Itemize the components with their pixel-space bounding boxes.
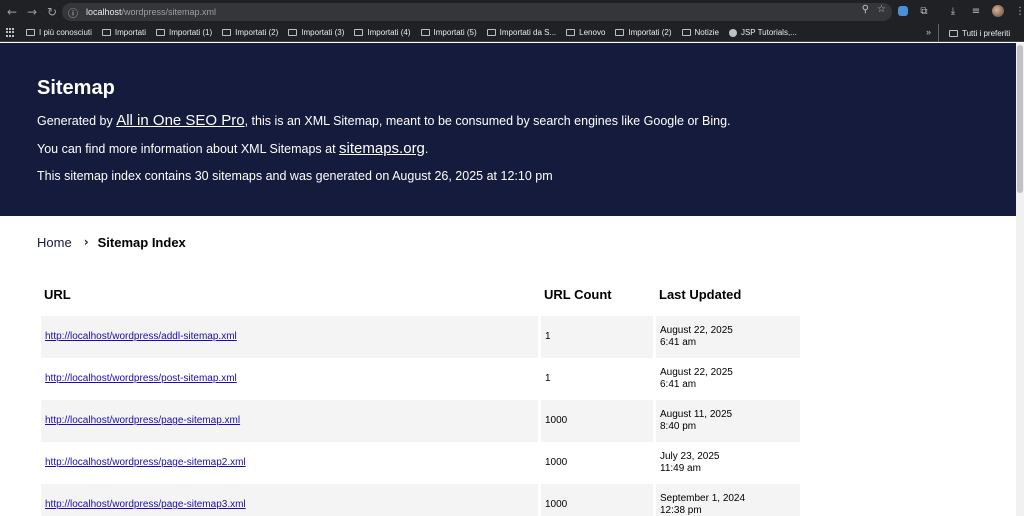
- download-icon[interactable]: ⤓: [946, 4, 960, 18]
- sitemap-link[interactable]: http://localhost/wordpress/page-sitemap.…: [45, 415, 240, 426]
- sitemaps-org-link[interactable]: sitemaps.org: [339, 140, 425, 157]
- folder-icon: [156, 29, 166, 36]
- url-count: 1: [545, 373, 551, 384]
- bookmark-label: Importati (4): [367, 28, 411, 37]
- last-updated: August 11, 2025 8:40 pm: [656, 400, 800, 442]
- globe-icon: [728, 28, 737, 37]
- folder-icon: [101, 29, 111, 36]
- bookmark-label: Importati (1): [169, 28, 213, 37]
- bookmark-item[interactable]: Importati (3): [288, 28, 344, 37]
- folder-icon: [222, 29, 232, 36]
- index-summary-text: This sitemap index contains 30 sitemaps …: [37, 169, 553, 183]
- folder-icon: [949, 29, 958, 37]
- folder-icon: [354, 29, 364, 36]
- reading-list-icon[interactable]: ≡: [969, 4, 983, 18]
- extensions-puzzle-icon[interactable]: ⧉: [917, 4, 931, 18]
- back-icon[interactable]: ←: [2, 2, 22, 22]
- page-scrollbar[interactable]: [1016, 43, 1024, 516]
- sitemap-link[interactable]: http://localhost/wordpress/post-sitemap.…: [45, 373, 237, 384]
- site-info-icon[interactable]: ⓘ: [68, 5, 84, 20]
- breadcrumb-current: Sitemap Index: [97, 235, 186, 250]
- table-row: http://localhost/wordpress/addl-sitemap.…: [41, 316, 800, 358]
- reload-icon[interactable]: ↻: [42, 2, 62, 22]
- sitemap-link[interactable]: http://localhost/wordpress/addl-sitemap.…: [45, 331, 237, 342]
- header-last-updated: Last Updated: [659, 286, 742, 302]
- sitemap-link[interactable]: http://localhost/wordpress/page-sitemap2…: [45, 457, 246, 468]
- sitemap-header: Sitemap Generated by All in One SEO Pro,…: [0, 43, 1016, 216]
- address-url[interactable]: localhost/wordpress/sitemap.xml: [86, 7, 216, 17]
- bookmark-item[interactable]: JSP Tutorials,...: [728, 28, 797, 37]
- bookmarks-overflow-icon[interactable]: »: [926, 27, 931, 37]
- last-updated: August 22, 2025 6:41 am: [660, 367, 733, 390]
- bookmark-label: I più conosciuti: [39, 28, 92, 37]
- bookmark-item[interactable]: Importati (5): [420, 28, 477, 37]
- extension-icon[interactable]: [898, 6, 908, 16]
- folder-icon: [566, 29, 576, 36]
- bookmark-item[interactable]: Importati (2): [615, 28, 672, 37]
- forward-icon[interactable]: →: [22, 2, 42, 22]
- header-url-count: URL Count: [544, 286, 612, 302]
- sitemap-link[interactable]: http://localhost/wordpress/page-sitemap3…: [45, 499, 246, 510]
- bookmark-item[interactable]: Importati: [101, 28, 147, 37]
- bookmarks-bar: I più conosciuti Importati Importati (1) Im…: [0, 24, 1024, 42]
- bookmark-item[interactable]: Importati da S...: [486, 28, 557, 37]
- last-updated: September 1, 2024 12:38 pm: [656, 484, 800, 516]
- table-row: http://localhost/wordpress/page-sitemap2…: [41, 442, 800, 484]
- breadcrumb-home[interactable]: Home: [37, 235, 72, 250]
- address-bar[interactable]: ⓘ localhost/wordpress/sitemap.xml ⚲ ☆: [62, 3, 892, 21]
- bookmark-label: Importati: [114, 28, 147, 37]
- bookmark-label: Importati (2): [235, 28, 279, 37]
- bookmark-star-icon[interactable]: ☆: [877, 4, 886, 15]
- folder-icon: [681, 29, 691, 36]
- header-url: URL: [44, 286, 71, 302]
- chevron-right-icon: ›: [83, 235, 89, 249]
- url-count: 1: [541, 316, 653, 358]
- url-count: 1000: [541, 484, 653, 516]
- browser-toolbar: ← → ↻ ⓘ localhost/wordpress/sitemap.xml …: [0, 0, 1024, 24]
- bookmark-item[interactable]: Lenovo: [566, 28, 605, 37]
- apps-grid-icon[interactable]: [6, 27, 16, 38]
- page-title: Sitemap: [37, 77, 115, 99]
- generated-by-text: Generated by All in One SEO Pro, this is…: [37, 112, 731, 129]
- bookmark-item[interactable]: Notizie: [681, 28, 719, 37]
- table-row: http://localhost/wordpress/page-sitemap3…: [41, 484, 800, 516]
- folder-icon: [486, 29, 496, 36]
- bookmark-item[interactable]: Importati (4): [354, 28, 411, 37]
- folder-icon: [26, 29, 35, 36]
- folder-icon: [288, 29, 298, 36]
- breadcrumb: Home › Sitemap Index: [0, 216, 1016, 272]
- last-updated: August 22, 2025 6:41 am: [656, 316, 800, 358]
- table-row: http://localhost/wordpress/page-sitemap.…: [41, 400, 800, 442]
- profile-avatar[interactable]: [992, 5, 1004, 17]
- bookmark-label: Importati (5): [433, 28, 477, 37]
- bookmark-item[interactable]: Importati (1): [156, 28, 212, 37]
- sitemap-table: URL URL Count Last Updated http://localh…: [38, 272, 803, 516]
- folder-icon: [420, 29, 430, 36]
- bookmark-label: Notizie: [694, 28, 719, 37]
- aioseo-link[interactable]: All in One SEO Pro: [116, 112, 244, 129]
- url-count: 1000: [545, 457, 568, 468]
- last-updated: July 23, 2025 11:49 am: [660, 451, 720, 474]
- bookmark-label: Importati da S...: [499, 28, 557, 37]
- url-count: 1000: [541, 400, 653, 442]
- more-info-text: You can find more information about XML …: [37, 140, 429, 157]
- bookmark-label: Importati (2): [628, 28, 672, 37]
- zoom-icon[interactable]: ⚲: [862, 4, 869, 15]
- folder-icon: [615, 29, 625, 36]
- bookmark-label: Importati (3): [301, 28, 345, 37]
- bookmark-item[interactable]: I più conosciuti: [26, 28, 92, 37]
- bookmark-item[interactable]: Importati (2): [222, 28, 278, 37]
- table-row: http://localhost/wordpress/post-sitemap.…: [41, 358, 800, 400]
- menu-kebab-icon[interactable]: ⋮: [1013, 4, 1024, 18]
- scrollbar-thumb[interactable]: [1017, 45, 1023, 193]
- bookmark-label: JSP Tutorials,...: [740, 28, 797, 37]
- page-content: Sitemap Generated by All in One SEO Pro,…: [0, 43, 1016, 516]
- all-bookmarks[interactable]: Tutti i preferiti: [938, 24, 1010, 42]
- bookmark-label: Lenovo: [579, 28, 606, 37]
